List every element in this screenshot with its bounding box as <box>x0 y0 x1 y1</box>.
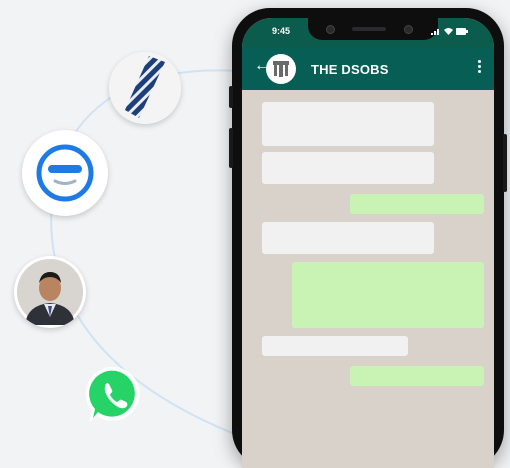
status-bar: 9:45 <box>242 18 494 48</box>
power-button <box>503 134 507 192</box>
group-logo-icon <box>273 61 289 77</box>
person-photo-avatar <box>17 259 83 325</box>
signal-icon <box>431 29 439 35</box>
incoming-message-bubble[interactable] <box>262 222 434 254</box>
striped-tie-icon <box>109 52 181 124</box>
minus-smile-logo-icon <box>36 144 94 202</box>
camera-notch <box>308 18 438 40</box>
more-vertical-icon[interactable] <box>478 60 482 75</box>
person-avatar-node[interactable] <box>14 256 86 328</box>
system-icons <box>431 27 468 35</box>
wifi-icon <box>444 28 453 35</box>
whatsapp-icon <box>85 366 140 423</box>
phone-frame: 9:45 ← THE DSOBS <box>229 8 507 468</box>
volume-button <box>229 128 233 168</box>
whatsapp-node[interactable] <box>79 358 153 432</box>
chat-messages-area <box>242 90 494 468</box>
outgoing-message-bubble[interactable] <box>350 366 484 386</box>
chat-avatar[interactable] <box>266 54 296 84</box>
outgoing-message-bubble[interactable] <box>292 262 484 328</box>
chat-header: ← THE DSOBS <box>242 48 494 90</box>
outgoing-message-bubble[interactable] <box>350 194 484 214</box>
incoming-message-bubble[interactable] <box>262 152 434 184</box>
logo-node[interactable] <box>22 130 108 216</box>
phone-screen: 9:45 ← THE DSOBS <box>242 18 494 468</box>
battery-icon <box>456 27 468 35</box>
tie-image-node[interactable] <box>109 52 181 124</box>
status-time: 9:45 <box>272 26 291 36</box>
incoming-message-bubble[interactable] <box>262 102 434 146</box>
incoming-message-bubble[interactable] <box>262 336 408 356</box>
chat-title[interactable]: THE DSOBS <box>311 62 389 77</box>
volume-button <box>229 86 233 108</box>
